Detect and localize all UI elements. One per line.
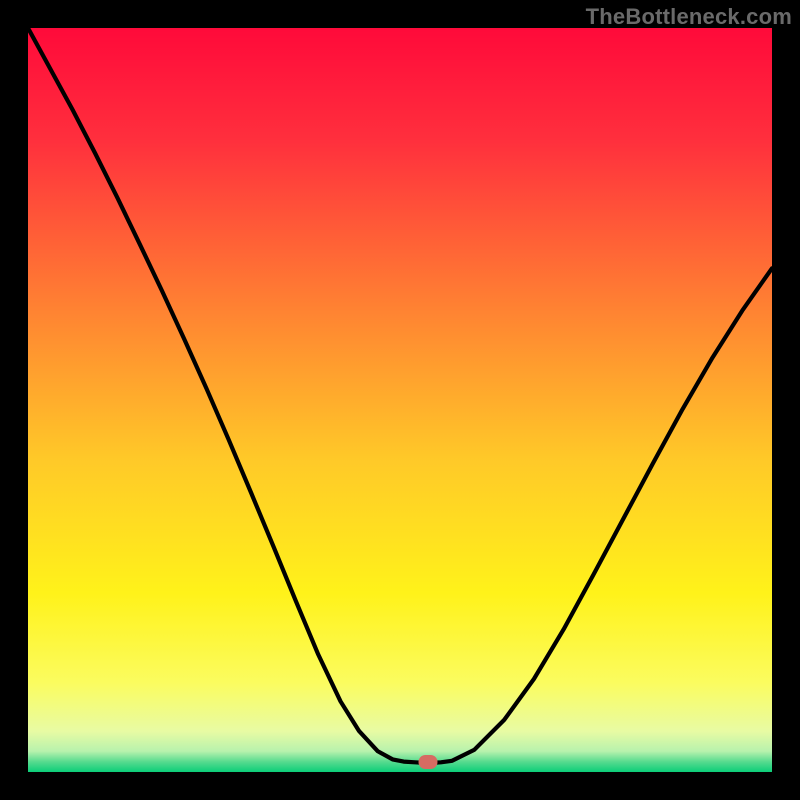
optimum-marker bbox=[419, 755, 438, 769]
watermark-text: TheBottleneck.com bbox=[586, 4, 792, 30]
bottleneck-curve bbox=[28, 28, 772, 772]
curve-path bbox=[28, 28, 772, 763]
plot-area bbox=[28, 28, 772, 772]
chart-frame: TheBottleneck.com bbox=[0, 0, 800, 800]
